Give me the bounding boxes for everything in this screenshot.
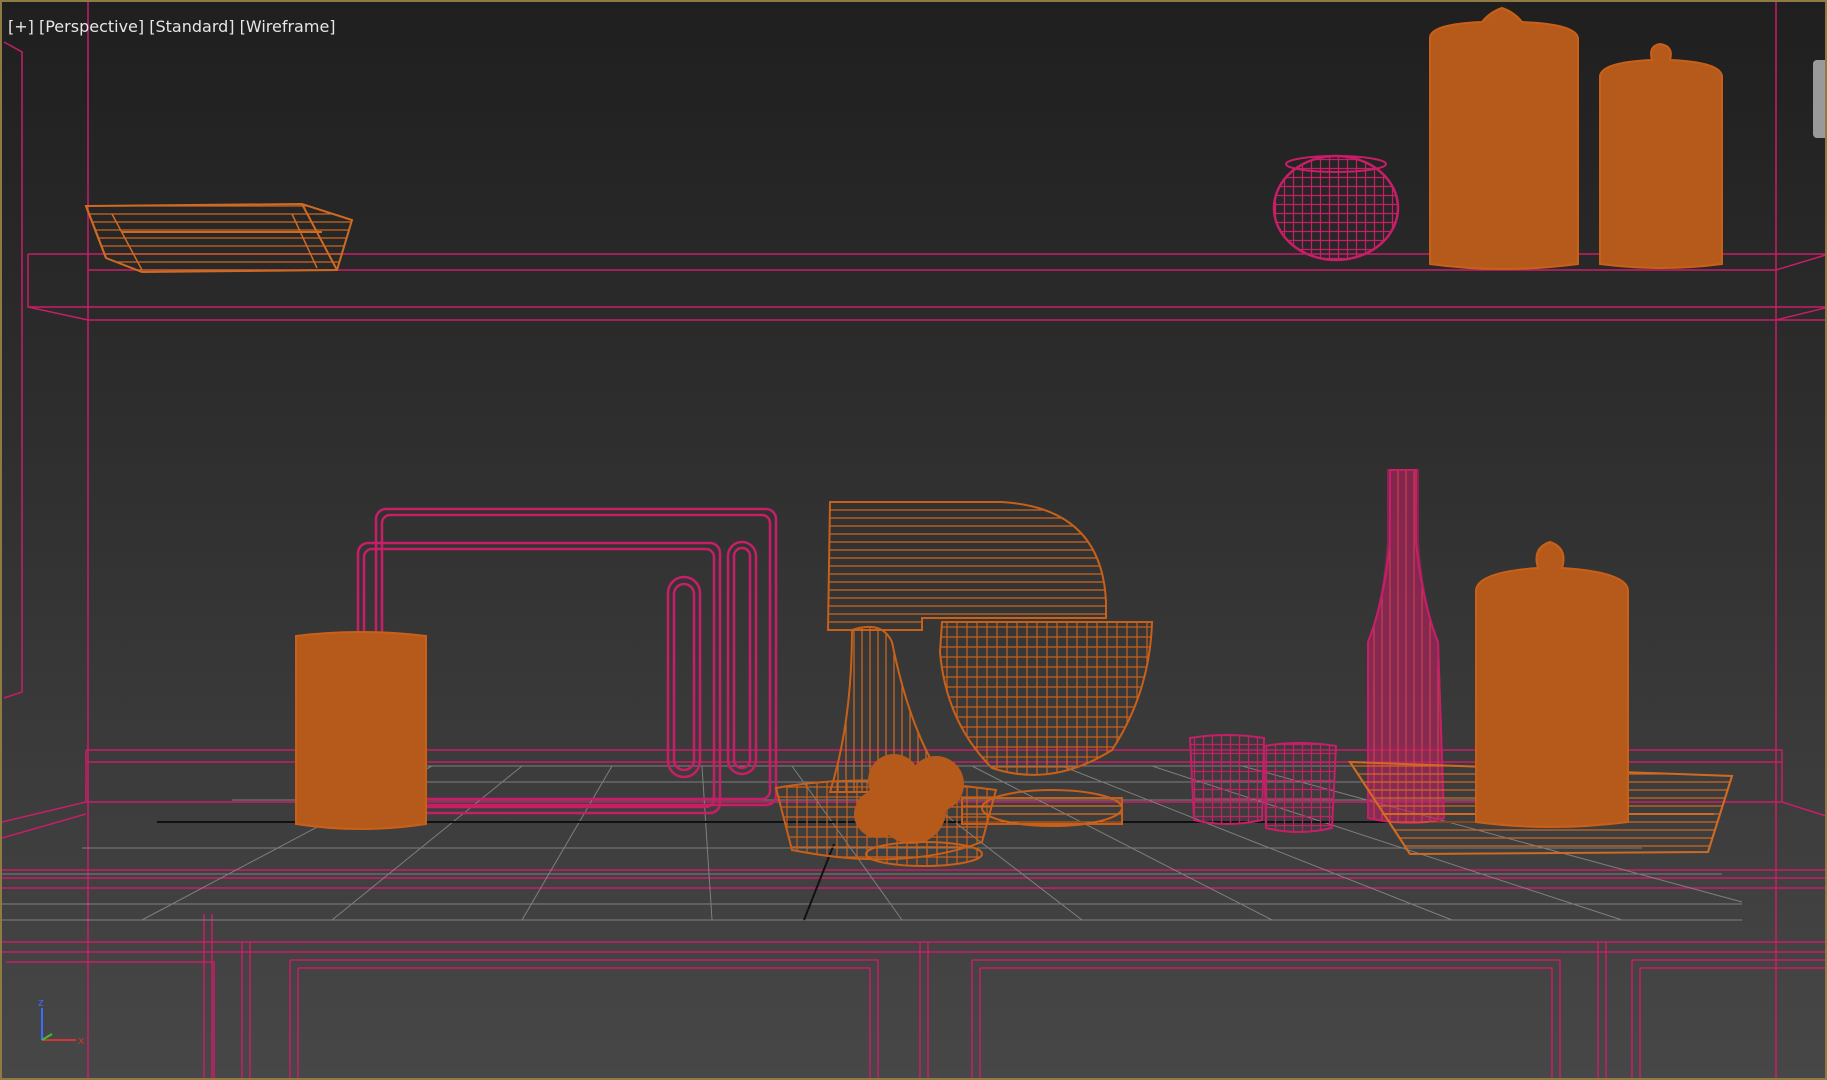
viewport-menu-perspective[interactable]: [Perspective]: [39, 17, 144, 36]
spice-jars[interactable]: [1188, 734, 1338, 833]
axis-gizmo-icon: z x: [38, 996, 85, 1047]
viewport-menu-plus[interactable]: [+]: [8, 17, 34, 36]
canister-large-top[interactable]: [1429, 6, 1579, 270]
canister-small-top[interactable]: [1599, 42, 1723, 269]
canister-counter-right[interactable]: [1475, 540, 1629, 828]
gizmo-z-label: z: [38, 996, 44, 1009]
scene-wireframe: [2, 2, 1825, 1078]
viewport-side-tab[interactable]: [1813, 60, 1825, 138]
gizmo-x-label: x: [78, 1034, 85, 1047]
viewport-menu-standard[interactable]: [Standard]: [149, 17, 234, 36]
fruit-bowl[interactable]: [774, 754, 998, 867]
glass-bowl-top[interactable]: [1272, 154, 1400, 262]
viewport-menu-wireframe[interactable]: [Wireframe]: [240, 17, 336, 36]
viewport-label-menu: [+] [Perspective] [Standard] [Wireframe]: [8, 17, 336, 36]
basket-top-left[interactable]: [84, 202, 354, 274]
perspective-viewport[interactable]: [+] [Perspective] [Standard] [Wireframe]: [0, 0, 1827, 1080]
utensil-holder[interactable]: [295, 631, 427, 830]
